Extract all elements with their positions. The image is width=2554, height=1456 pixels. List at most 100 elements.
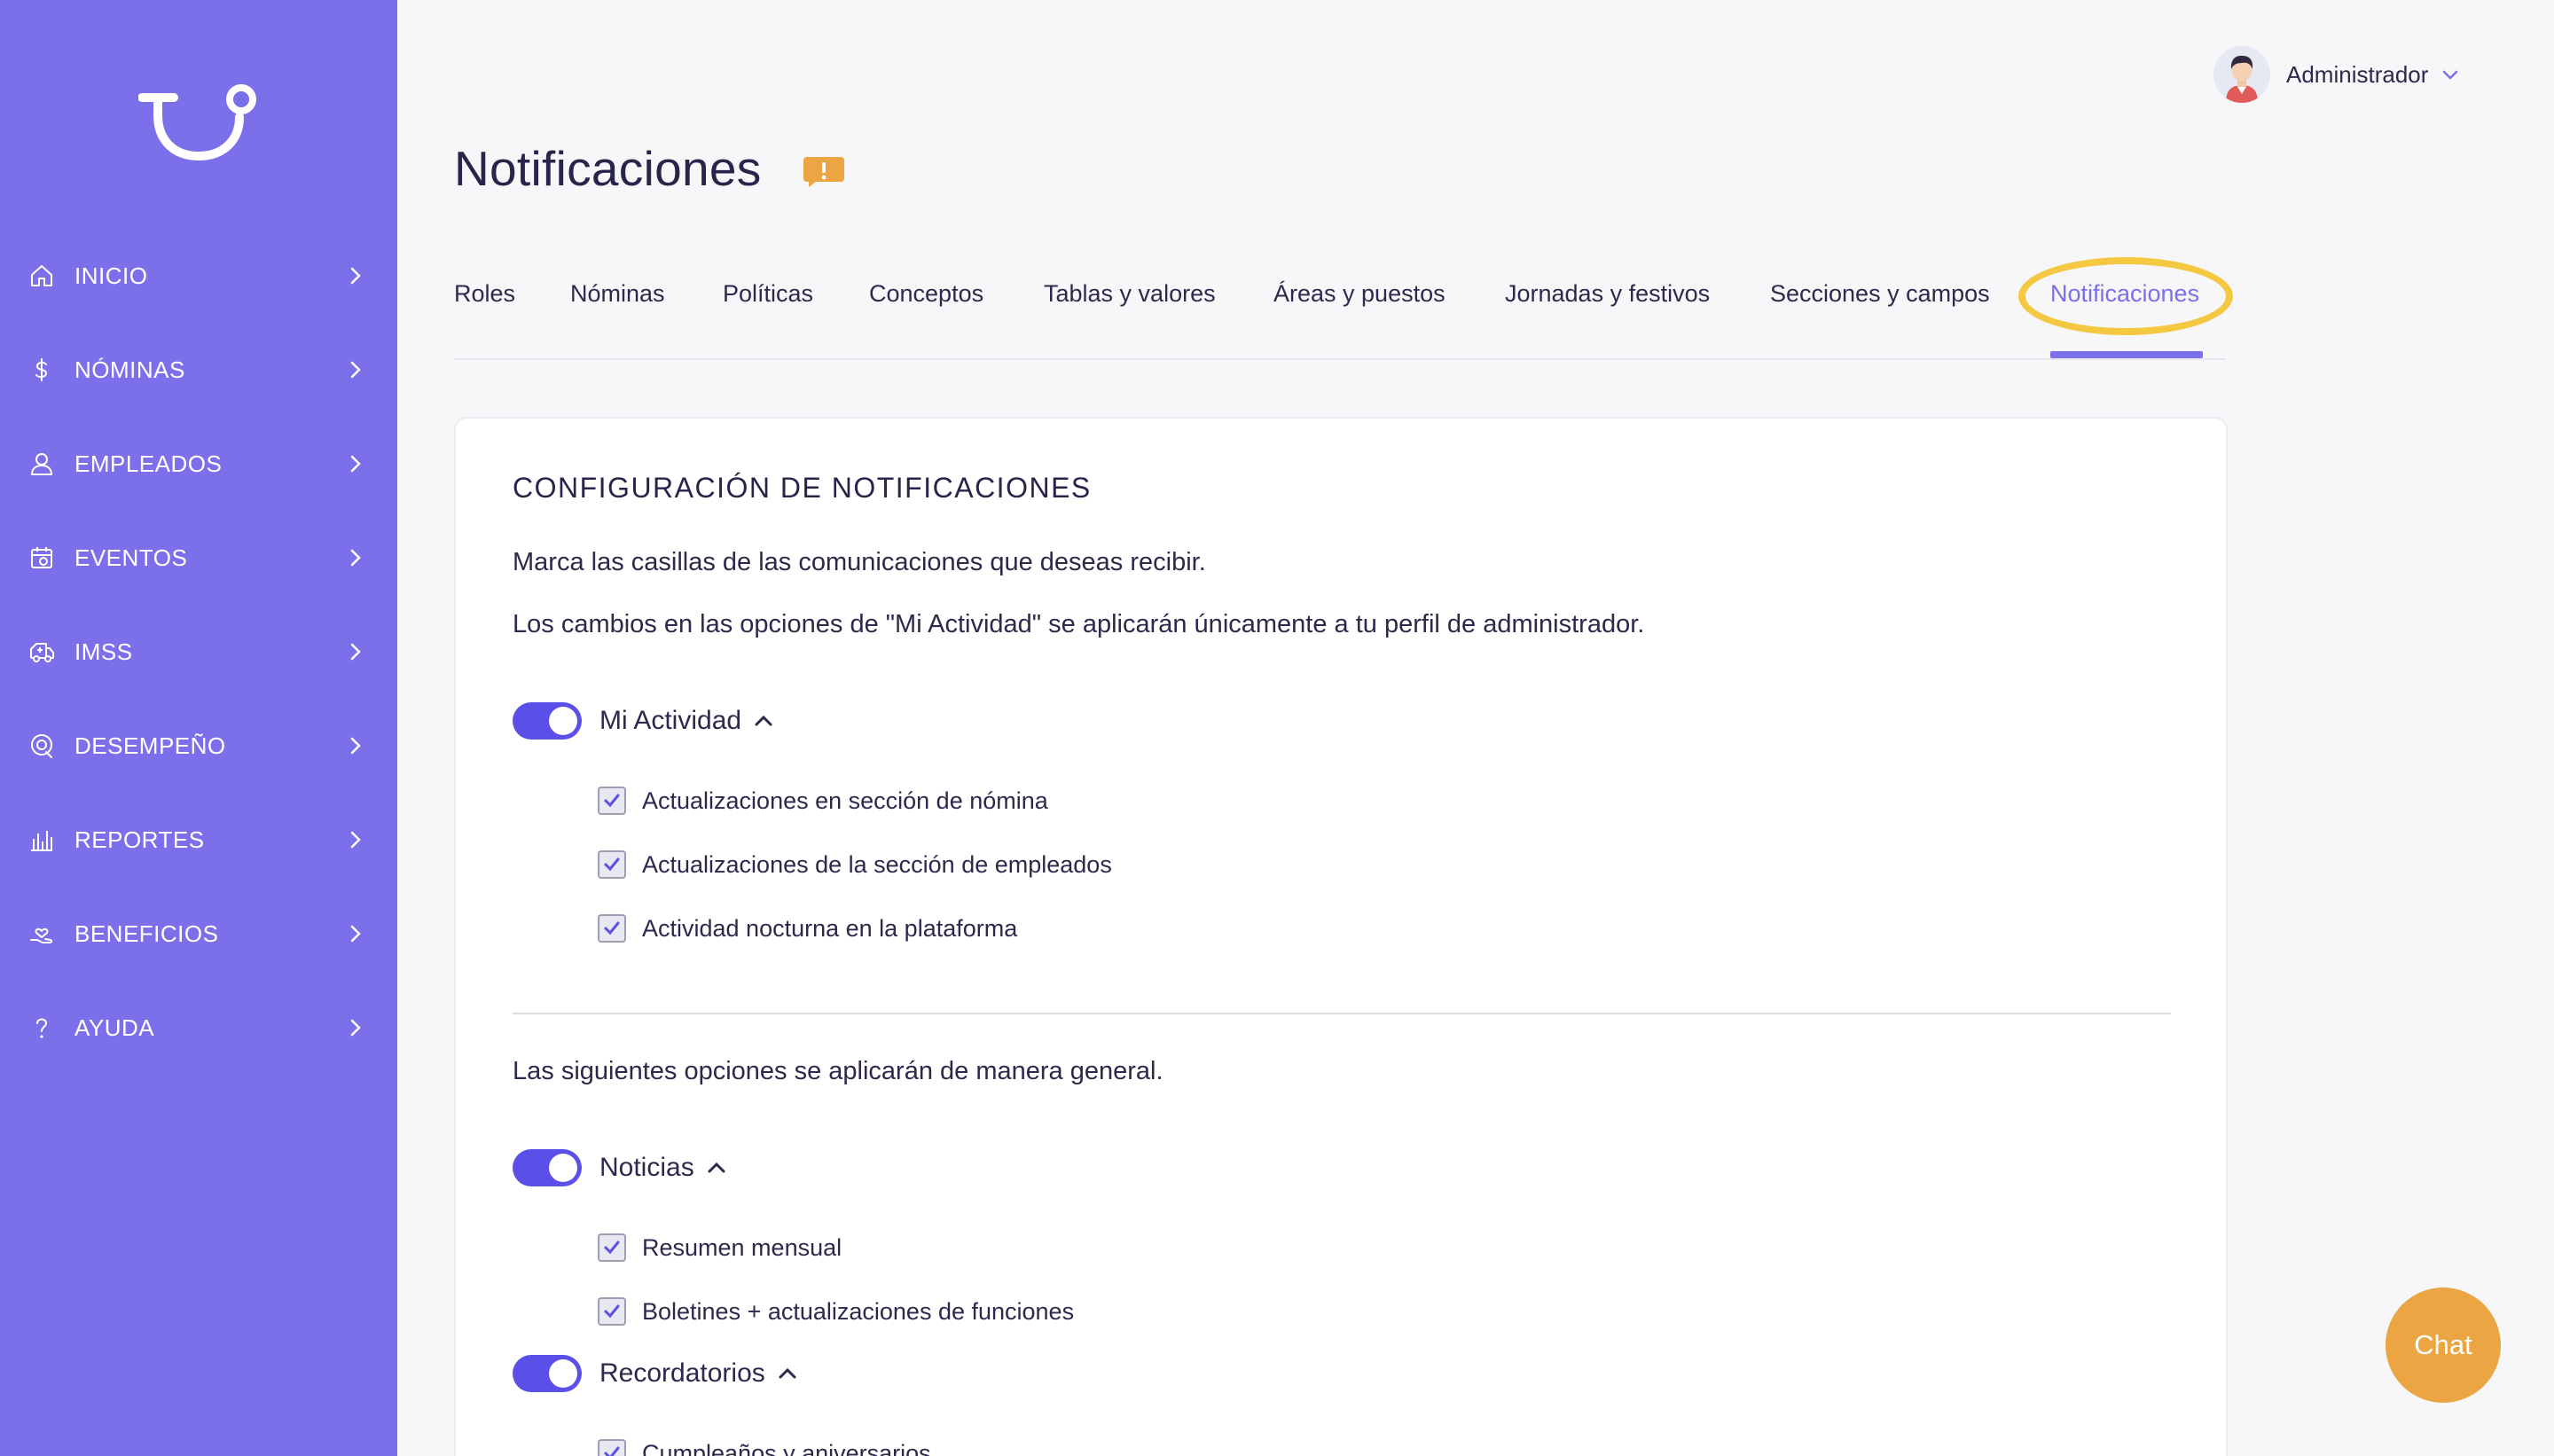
- chevron-right-icon: [350, 643, 361, 661]
- card-description-note: Los cambios en las opciones de "Mi Activ…: [513, 610, 1645, 638]
- chevron-right-icon: [350, 455, 361, 473]
- chevron-up-icon[interactable]: [752, 709, 775, 732]
- avatar: [2213, 46, 2270, 103]
- sidebar-item-label: INICIO: [74, 262, 148, 289]
- question-icon: [36, 1018, 48, 1038]
- group-recordatorios: Recordatorios: [513, 1355, 799, 1392]
- checkbox-label: Cumpleaños y aniversarios: [642, 1439, 931, 1456]
- sidebar-item-inicio[interactable]: INICIO: [0, 229, 397, 323]
- chevron-right-icon: [350, 267, 361, 285]
- general-description: Las siguientes opciones se aplicarán de …: [513, 1057, 1163, 1085]
- mi-actividad-toggle[interactable]: [513, 702, 582, 740]
- tab-areas-y-puestos[interactable]: Áreas y puestos: [1273, 280, 1445, 308]
- tab-conceptos[interactable]: Conceptos: [869, 280, 983, 308]
- user-icon: [31, 453, 52, 475]
- sidebar-item-label: REPORTES: [74, 826, 205, 853]
- tab-politicas[interactable]: Políticas: [723, 280, 813, 308]
- chevron-right-icon: [350, 361, 361, 379]
- hand-heart-icon: [30, 928, 53, 943]
- app-root: INICIO NÓMINAS EMPLEADOS EVENTOS IMSS DE…: [0, 0, 2554, 1456]
- chevron-up-icon[interactable]: [776, 1362, 799, 1385]
- chart-icon: [31, 831, 52, 851]
- tab-nominas[interactable]: Nóminas: [570, 280, 665, 308]
- sidebar-item-label: BENEFICIOS: [74, 920, 219, 947]
- checkbox[interactable]: [598, 1439, 626, 1456]
- page-title: Notificaciones: [454, 141, 762, 196]
- sidebar-item-nominas[interactable]: NÓMINAS: [0, 323, 397, 417]
- group-label: Recordatorios: [599, 1358, 765, 1388]
- checkbox[interactable]: [598, 1233, 626, 1262]
- check-icon: [604, 1241, 620, 1255]
- sidebar-item-imss[interactable]: IMSS: [0, 605, 397, 699]
- tab-roles[interactable]: Roles: [454, 280, 515, 308]
- chevron-down-icon: [2443, 70, 2458, 80]
- sidebar-item-label: NÓMINAS: [74, 356, 185, 383]
- settings-tabs: Roles Nóminas Políticas Conceptos Tablas…: [454, 266, 2226, 360]
- tab-jornadas-y-festivos[interactable]: Jornadas y festivos: [1505, 280, 1710, 308]
- sidebar-item-eventos[interactable]: EVENTOS: [0, 511, 397, 605]
- checkbox-row: Actualizaciones en sección de nómina: [598, 786, 1048, 816]
- toggle-knob: [549, 1359, 577, 1388]
- checkbox-label: Boletines + actualizaciones de funciones: [642, 1297, 1075, 1325]
- checkbox[interactable]: [598, 914, 626, 943]
- chevron-right-icon: [350, 1019, 361, 1037]
- chevron-up-icon[interactable]: [705, 1156, 728, 1179]
- group-mi-actividad: Mi Actividad: [513, 702, 775, 740]
- user-menu[interactable]: Administrador: [2213, 46, 2460, 103]
- check-icon: [604, 1446, 620, 1456]
- card-title: CONFIGURACIÓN DE NOTIFICACIONES: [513, 472, 1092, 504]
- sidebar-item-label: AYUDA: [74, 1014, 155, 1041]
- check-icon: [604, 921, 620, 935]
- checkbox-label: Resumen mensual: [642, 1233, 842, 1261]
- dollar-icon: [35, 358, 48, 381]
- sidebar-item-reportes[interactable]: REPORTES: [0, 793, 397, 887]
- sidebar-item-label: EMPLEADOS: [74, 450, 223, 477]
- check-icon: [604, 794, 620, 808]
- sidebar: INICIO NÓMINAS EMPLEADOS EVENTOS IMSS DE…: [0, 0, 397, 1456]
- group-noticias: Noticias: [513, 1149, 728, 1186]
- sidebar-item-beneficios[interactable]: BENEFICIOS: [0, 887, 397, 981]
- sidebar-item-label: EVENTOS: [74, 544, 188, 571]
- notifications-card: CONFIGURACIÓN DE NOTIFICACIONES Marca la…: [454, 417, 2228, 1456]
- group-label: Noticias: [599, 1153, 694, 1182]
- highlight-ring: [2018, 257, 2233, 335]
- checkbox-row: Resumen mensual: [598, 1233, 842, 1263]
- alert-badge-icon[interactable]: [802, 155, 846, 189]
- logo-icon[interactable]: [138, 82, 259, 167]
- chevron-right-icon: [350, 549, 361, 567]
- checkbox[interactable]: [598, 850, 626, 879]
- chevron-right-icon: [350, 737, 361, 755]
- ambulance-icon: [30, 643, 54, 662]
- home-icon: [31, 265, 52, 286]
- checkbox[interactable]: [598, 1297, 626, 1326]
- sidebar-item-desempeno[interactable]: DESEMPEÑO: [0, 699, 397, 793]
- group-label: Mi Actividad: [599, 706, 742, 735]
- noticias-toggle[interactable]: [513, 1149, 582, 1186]
- sidebar-item-label: IMSS: [74, 638, 133, 665]
- checkbox-row: Cumpleaños y aniversarios: [598, 1438, 931, 1456]
- toggle-knob: [549, 707, 577, 735]
- tab-tablas-y-valores[interactable]: Tablas y valores: [1044, 280, 1216, 308]
- check-icon: [604, 857, 620, 872]
- chevron-right-icon: [350, 925, 361, 943]
- checkbox-row: Actualizaciones de la sección de emplead…: [598, 849, 1112, 880]
- chat-button[interactable]: Chat: [2386, 1288, 2501, 1403]
- recordatorios-toggle[interactable]: [513, 1355, 582, 1392]
- sidebar-item-label: DESEMPEÑO: [74, 732, 226, 759]
- toggle-knob: [549, 1154, 577, 1182]
- sidebar-nav: INICIO NÓMINAS EMPLEADOS EVENTOS IMSS DE…: [0, 229, 397, 1075]
- checkbox[interactable]: [598, 787, 626, 815]
- sidebar-item-ayuda[interactable]: AYUDA: [0, 981, 397, 1075]
- chevron-right-icon: [350, 831, 361, 849]
- checkbox-label: Actualizaciones en sección de nómina: [642, 787, 1048, 814]
- divider: [513, 1013, 2171, 1014]
- checkbox-row: Boletines + actualizaciones de funciones: [598, 1296, 1074, 1327]
- target-icon: [31, 734, 52, 758]
- calendar-icon: [31, 547, 52, 568]
- card-description: Marca las casillas de las comunicaciones…: [513, 548, 1206, 576]
- checkbox-row: Actividad nocturna en la plataforma: [598, 913, 1017, 943]
- tab-secciones-y-campos[interactable]: Secciones y campos: [1770, 280, 1990, 308]
- check-icon: [604, 1304, 620, 1319]
- sidebar-item-empleados[interactable]: EMPLEADOS: [0, 417, 397, 511]
- checkbox-label: Actualizaciones de la sección de emplead…: [642, 850, 1112, 878]
